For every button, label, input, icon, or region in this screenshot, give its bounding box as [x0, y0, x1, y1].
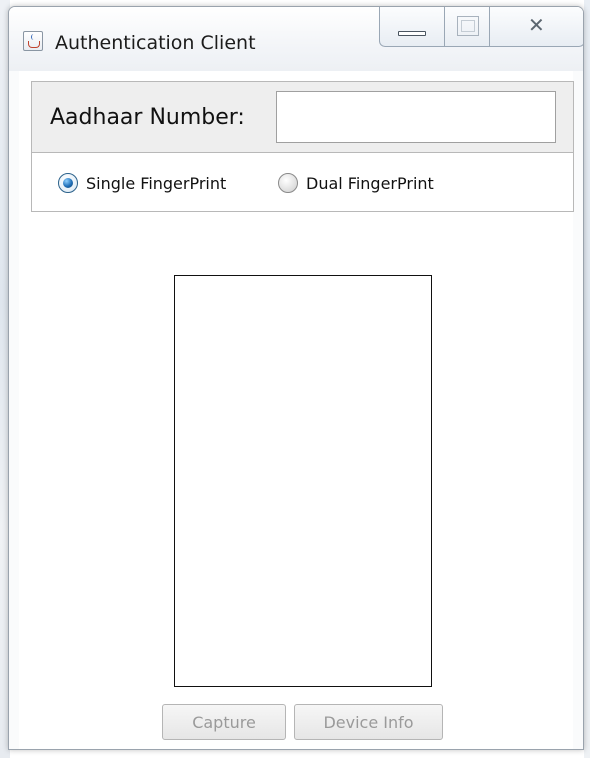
aadhaar-number-input[interactable]	[276, 91, 556, 143]
minimize-button[interactable]	[379, 7, 445, 47]
radio-unselected-icon[interactable]	[278, 173, 298, 193]
single-fingerprint-label: Single FingerPrint	[86, 173, 227, 193]
fingerprint-image-area	[174, 275, 432, 687]
java-cup-icon[interactable]	[23, 31, 43, 51]
desktop-background-right	[584, 0, 590, 758]
single-fingerprint-radio[interactable]: Single FingerPrint	[58, 171, 226, 195]
title-bar[interactable]: Authentication Client ✕	[9, 7, 583, 71]
capture-button[interactable]: Capture	[162, 704, 286, 740]
authentication-client-window: Authentication Client ✕ Aadhaar Number: …	[8, 6, 584, 750]
close-button[interactable]: ✕	[489, 7, 583, 47]
maximize-button[interactable]	[444, 7, 490, 47]
window-title: Authentication Client	[55, 32, 256, 54]
maximize-icon	[457, 16, 479, 36]
close-icon: ✕	[528, 13, 545, 37]
content-pane: Aadhaar Number: Single FingerPrint Dual …	[19, 71, 574, 749]
dual-fingerprint-label: Dual FingerPrint	[306, 173, 434, 193]
device-info-button[interactable]: Device Info	[294, 704, 443, 740]
aadhaar-panel: Aadhaar Number:	[31, 81, 574, 153]
radio-selected-icon[interactable]	[58, 173, 78, 193]
minimize-icon	[398, 31, 426, 36]
fingerprint-mode-panel: Single FingerPrint Dual FingerPrint	[31, 152, 574, 212]
aadhaar-number-label: Aadhaar Number:	[50, 105, 245, 130]
dual-fingerprint-radio[interactable]: Dual FingerPrint	[278, 171, 434, 195]
